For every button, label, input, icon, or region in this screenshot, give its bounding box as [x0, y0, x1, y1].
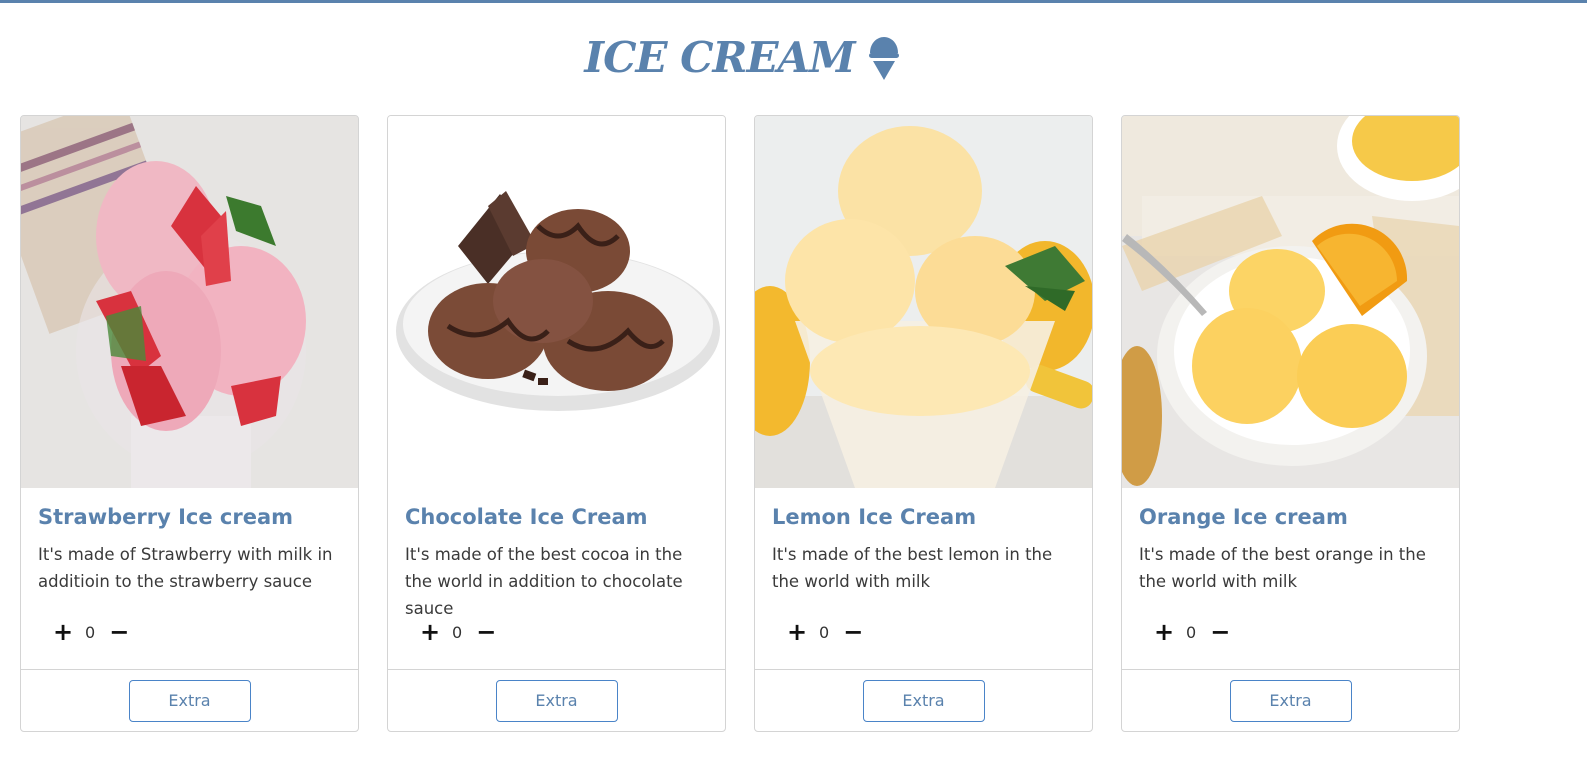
card-body: Lemon Ice Cream It's made of the best le…: [772, 504, 1075, 595]
quantity-value: 0: [85, 622, 96, 642]
decrement-button[interactable]: −: [1210, 620, 1230, 644]
card-title: Orange Ice cream: [1139, 505, 1348, 529]
page-header: ICE CREAM: [0, 28, 1485, 88]
product-grid: Strawberry Ice cream It's made of Strawb…: [20, 115, 1460, 732]
product-card: Strawberry Ice cream It's made of Strawb…: [20, 115, 359, 732]
extra-button[interactable]: Extra: [862, 679, 985, 722]
card-description: It's made of Strawberry with milk in add…: [38, 545, 333, 592]
card-footer: Extra: [21, 669, 358, 731]
card-description: It's made of the best orange in the the …: [1139, 545, 1426, 592]
card-body: Orange Ice cream It's made of the best o…: [1139, 504, 1442, 595]
card-title: Chocolate Ice Cream: [405, 505, 648, 529]
quantity-stepper: + 0 −: [420, 620, 496, 644]
quantity-stepper: + 0 −: [1154, 620, 1230, 644]
quantity-value: 0: [1186, 622, 1197, 642]
quantity-stepper: + 0 −: [787, 620, 863, 644]
increment-button[interactable]: +: [1154, 620, 1174, 644]
orange-ice-cream-image: [1122, 116, 1459, 488]
decrement-button[interactable]: −: [109, 620, 129, 644]
decrement-button[interactable]: −: [843, 620, 863, 644]
card-description: It's made of the best cocoa in the the w…: [405, 545, 683, 619]
lemon-ice-cream-image: [755, 116, 1092, 488]
decrement-button[interactable]: −: [476, 620, 496, 644]
quantity-value: 0: [452, 622, 463, 642]
extra-button[interactable]: Extra: [495, 679, 618, 722]
chocolate-ice-cream-image: [388, 116, 725, 488]
card-footer: Extra: [388, 669, 725, 731]
quantity-value: 0: [819, 622, 830, 642]
strawberry-ice-cream-image: [21, 116, 358, 488]
extra-button[interactable]: Extra: [128, 679, 251, 722]
top-border: [0, 0, 1587, 3]
card-description: It's made of the best lemon in the the w…: [772, 545, 1053, 592]
card-body: Strawberry Ice cream It's made of Strawb…: [38, 504, 341, 595]
increment-button[interactable]: +: [787, 620, 807, 644]
card-title: Strawberry Ice cream: [38, 505, 293, 529]
product-card: Lemon Ice Cream It's made of the best le…: [754, 115, 1093, 732]
product-card: Chocolate Ice Cream It's made of the bes…: [387, 115, 726, 732]
extra-button[interactable]: Extra: [1229, 679, 1352, 722]
card-footer: Extra: [755, 669, 1092, 731]
increment-button[interactable]: +: [53, 620, 73, 644]
product-card: Orange Ice cream It's made of the best o…: [1121, 115, 1460, 732]
quantity-stepper: + 0 −: [53, 620, 129, 644]
card-body: Chocolate Ice Cream It's made of the bes…: [405, 504, 708, 622]
page-title: ICE CREAM: [584, 33, 855, 82]
ice-cream-cone-icon: [867, 35, 901, 81]
increment-button[interactable]: +: [420, 620, 440, 644]
card-title: Lemon Ice Cream: [772, 505, 977, 529]
card-footer: Extra: [1122, 669, 1459, 731]
